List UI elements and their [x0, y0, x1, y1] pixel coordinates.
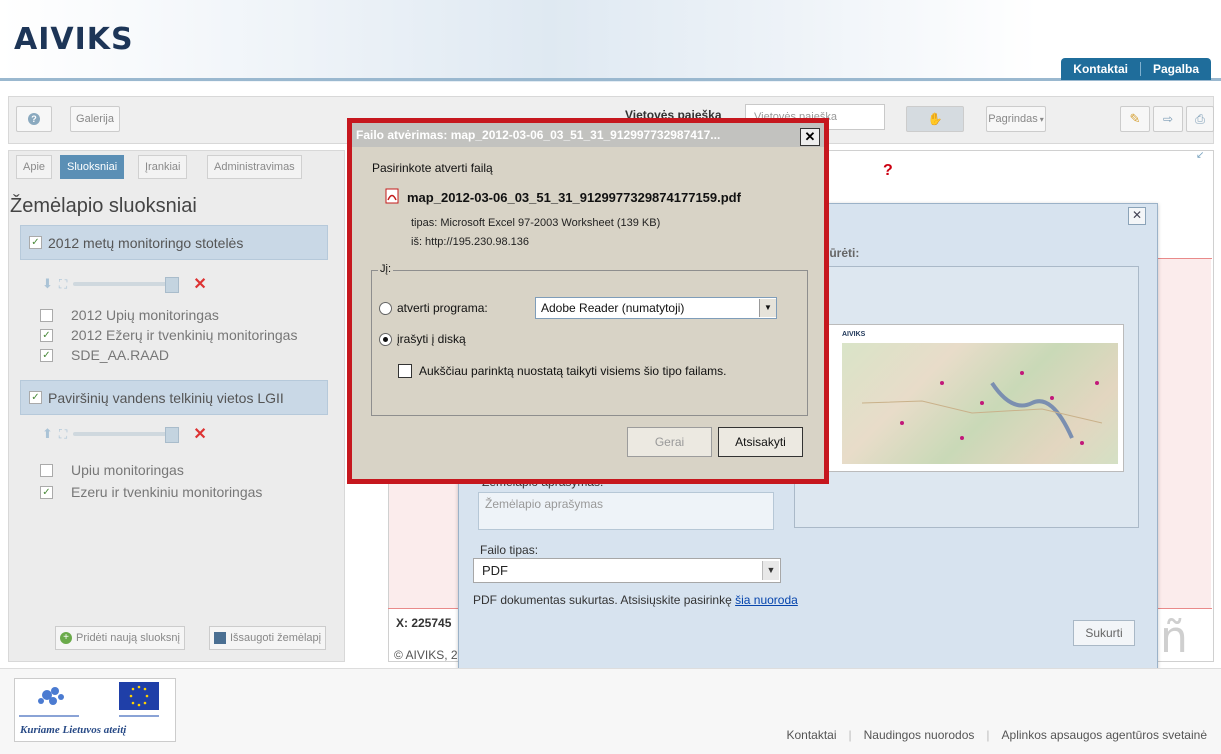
- footer-link-useful-links[interactable]: Naudingos nuorodos: [864, 728, 975, 742]
- help-icon: ?: [28, 113, 40, 125]
- export-button[interactable]: ⇨: [1153, 106, 1183, 132]
- arrow-down-icon[interactable]: ⬇: [42, 276, 53, 292]
- chevron-down-icon: ▾: [1039, 114, 1044, 124]
- save-map-label: Išsaugoti žemėlapį: [230, 632, 322, 644]
- filetype-select[interactable]: PDF: [473, 558, 781, 583]
- save-icon: [214, 632, 226, 644]
- preview-logo: AIVIKS: [842, 331, 866, 338]
- panel-title: Žemėlapio sluoksniai: [10, 195, 197, 217]
- info-watermark-icon: ñ: [1160, 612, 1188, 663]
- layer-name: SDE_AA.RAAD: [71, 347, 170, 363]
- add-layer-button[interactable]: + Pridėti naują sluoksnį: [55, 626, 185, 650]
- layer-name: Ezeru ir tvenkiniu monitoringas: [71, 484, 263, 500]
- remove-group-icon[interactable]: ✕: [193, 424, 206, 444]
- fullscreen-icon[interactable]: ⛶: [59, 427, 67, 442]
- map-copyright: © AIVIKS, 2: [394, 648, 458, 662]
- group-name: Paviršinių vandens telkinių vietos LGII: [48, 389, 284, 406]
- opacity-slider[interactable]: [73, 277, 180, 293]
- opacity-slider[interactable]: [73, 427, 180, 443]
- draw-tool-button[interactable]: ✎: [1120, 106, 1150, 132]
- layer-item[interactable]: ✓ SDE_AA.RAAD: [40, 347, 169, 363]
- header-nav: Kontaktai Pagalba: [1061, 58, 1211, 80]
- print-button[interactable]: ⎙: [1186, 106, 1214, 132]
- group-checkbox[interactable]: ✓: [29, 391, 42, 404]
- layer-checkbox[interactable]: ✓: [40, 348, 53, 362]
- add-icon: +: [60, 632, 72, 644]
- layer-checkbox[interactable]: [40, 308, 53, 322]
- group-checkbox[interactable]: ✓: [29, 236, 42, 249]
- close-icon[interactable]: ✕: [1128, 207, 1146, 225]
- layer-checkbox[interactable]: [40, 463, 53, 477]
- header-link-contacts[interactable]: Kontaktai: [1061, 58, 1140, 80]
- footer-link-separator: |: [986, 728, 990, 742]
- save-map-button[interactable]: Išsaugoti žemėlapį: [209, 626, 327, 650]
- footer-nav: Kontaktai | Naudingos nuorodos | Aplinko…: [786, 728, 1207, 742]
- layer-name: Upiu monitoringas: [71, 462, 184, 478]
- layer-name: 2012 Ežerų ir tvenkinių monitoringas: [71, 327, 298, 343]
- page-header: [0, 0, 1221, 82]
- preview-heading: iūrėti:: [826, 246, 860, 260]
- export-message: PDF dokumentas sukurtas. Atsisiųskite pa…: [473, 593, 798, 607]
- tab-about[interactable]: Apie: [16, 155, 53, 179]
- opacity-slider-row: ⬆ ⛶ ✕: [42, 424, 207, 444]
- chevron-down-icon[interactable]: ▼: [762, 561, 779, 580]
- layer-item[interactable]: ✓ 2012 Ežerų ir tvenkinių monitoringas: [40, 327, 297, 343]
- header-link-help[interactable]: Pagalba: [1141, 58, 1211, 80]
- map-marker: ?: [883, 162, 893, 179]
- layer-name: 2012 Upių monitoringas: [71, 307, 219, 323]
- opacity-slider-row: ⬇ ⛶ ✕: [42, 274, 207, 294]
- preview-map-image: [842, 343, 1118, 464]
- remove-group-icon[interactable]: ✕: [193, 274, 206, 294]
- printer-icon: ⎙: [1195, 111, 1205, 126]
- fullscreen-icon[interactable]: ⛶: [59, 277, 67, 292]
- layer-item[interactable]: 2012 Upių monitoringas: [40, 307, 219, 323]
- arrow-up-icon[interactable]: ⬆: [42, 426, 53, 442]
- footer-link-agency-site[interactable]: Aplinkos apsaugos agentūros svetainė: [1002, 728, 1207, 742]
- collapse-corner-icon[interactable]: ↙: [1196, 150, 1204, 161]
- eu-logos: [19, 682, 159, 717]
- header-divider: [0, 78, 1221, 81]
- base-map-button[interactable]: Pagrindas ▾: [986, 106, 1046, 132]
- layer-group-water-bodies[interactable]: ✓ Paviršinių vandens telkinių vietos LGI…: [20, 380, 328, 415]
- help-button[interactable]: ?: [16, 106, 52, 132]
- add-layer-label: Pridėti naują sluoksnį: [76, 632, 180, 644]
- preview-map-shapes: [861, 371, 1103, 445]
- tab-tools[interactable]: Įrankiai: [138, 155, 188, 179]
- base-map-label: Pagrindas: [988, 113, 1038, 125]
- filetype-label: Failo tipas:: [480, 543, 539, 557]
- description-input[interactable]: Žemėlapio aprašymas: [478, 492, 774, 530]
- tab-administration[interactable]: Administravimas: [207, 155, 302, 179]
- footer-link-contacts[interactable]: Kontaktai: [786, 728, 836, 742]
- group-name: 2012 metų monitoringo stotelės: [48, 234, 244, 251]
- footer-link-separator: |: [848, 728, 852, 742]
- pencil-icon: ✎: [1129, 111, 1141, 126]
- app-logo[interactable]: AIVIKS: [14, 22, 134, 57]
- layer-checkbox[interactable]: ✓: [40, 485, 53, 499]
- layer-group-stations[interactable]: ✓ 2012 metų monitoringo stotelės: [20, 225, 328, 260]
- tab-layers[interactable]: Sluoksniai: [60, 155, 125, 179]
- create-button[interactable]: Sukurti: [1073, 620, 1135, 646]
- highlight-frame: [347, 118, 829, 484]
- layer-item[interactable]: ✓ Ezeru ir tvenkiniu monitoringas: [40, 484, 262, 500]
- export-icon: ⇨: [1162, 112, 1174, 126]
- download-link[interactable]: šia nuoroda: [735, 593, 798, 607]
- eu-slogan: Kuriame Lietuvos ateitį: [20, 724, 127, 736]
- export-message-text: PDF dokumentas sukurtas. Atsisiųskite pa…: [473, 593, 736, 607]
- hand-icon: ✋: [927, 112, 943, 126]
- layer-item[interactable]: Upiu monitoringas: [40, 462, 184, 478]
- layer-checkbox[interactable]: ✓: [40, 328, 53, 342]
- coordinate-readout: X: 225745: [396, 616, 452, 630]
- gallery-button[interactable]: Galerija: [70, 106, 120, 132]
- pan-tool-button[interactable]: ✋: [906, 106, 964, 132]
